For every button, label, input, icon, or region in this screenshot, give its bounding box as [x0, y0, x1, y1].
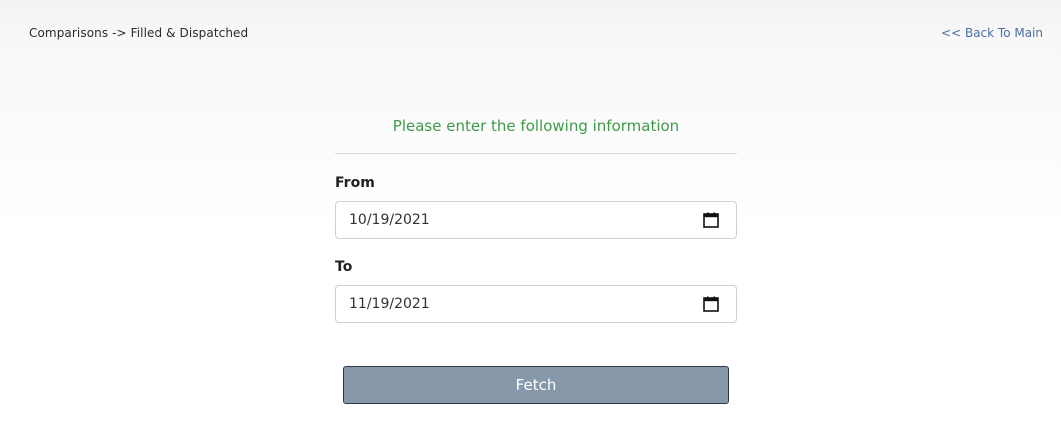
calendar-icon[interactable]	[703, 296, 719, 312]
fetch-button[interactable]: Fetch	[343, 366, 729, 404]
to-label: To	[335, 259, 353, 275]
from-date-value[interactable]: 10/19/2021	[349, 202, 430, 238]
to-date-value[interactable]: 11/19/2021	[349, 286, 430, 322]
from-label: From	[335, 175, 375, 191]
from-date-input[interactable]: 10/19/2021	[335, 201, 737, 239]
to-date-input[interactable]: 11/19/2021	[335, 285, 737, 323]
breadcrumb: Comparisons -> Filled & Dispatched	[29, 26, 249, 40]
back-to-main-link[interactable]: << Back To Main	[941, 26, 1043, 40]
calendar-icon[interactable]	[703, 212, 719, 228]
date-range-form: Please enter the following information F…	[335, 112, 737, 323]
form-divider	[335, 153, 737, 154]
form-heading: Please enter the following information	[392, 117, 680, 135]
